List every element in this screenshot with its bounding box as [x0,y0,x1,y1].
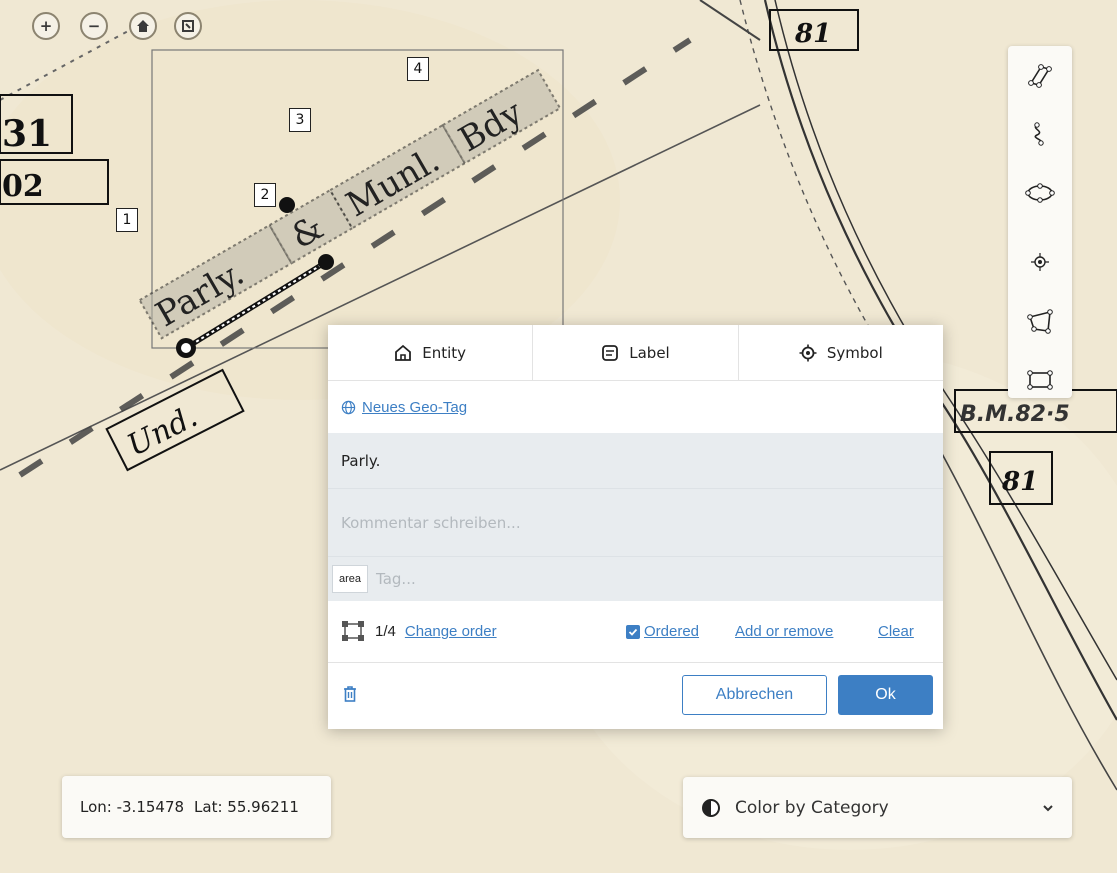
polygon-tool-button[interactable] [1008,302,1072,342]
polygon-tool-icon [1027,309,1053,334]
freehand-tool-icon [1034,122,1044,146]
ok-button[interactable]: Ok [838,675,933,715]
lon-value: Lon: -3.15478 [80,798,185,816]
add-or-remove-link[interactable]: Add or remove [735,623,833,640]
home-icon [395,344,412,361]
vertex-handle[interactable] [318,254,334,270]
transcription-field[interactable]: Parly. [328,433,943,489]
tab-label[interactable]: Label [533,325,739,380]
point-tool-icon [1031,253,1049,271]
map-label-81-top: 81 [794,19,831,49]
annotation-popup: Entity Label Symbol Neues Geo-Tag Parly.… [328,325,943,729]
trash-icon[interactable] [342,685,358,703]
tab-symbol-label: Symbol [826,343,883,362]
contrast-icon [702,798,720,817]
ellipse-tool-button[interactable] [1008,173,1072,213]
tag-input[interactable]: Tag... [376,570,416,588]
tab-entity-label: Entity [422,343,467,362]
point-number-2: 2 [254,183,276,207]
globe-icon [341,400,356,414]
home-button[interactable] [129,12,157,40]
rectangle-tool-button[interactable] [1008,362,1072,398]
comment-input[interactable]: Kommentar schreiben... [328,489,943,557]
clear-link[interactable]: Clear [878,623,914,640]
color-by-select[interactable]: Color by Category [683,777,1072,838]
lat-value: Lat: 55.96211 [194,798,299,816]
popup-footer: Abbrechen Ok [328,663,943,723]
map-label-81-right: 81 [1001,467,1038,497]
zoom-out-button[interactable]: − [80,12,108,40]
fullscreen-button[interactable] [174,12,202,40]
tag-chip[interactable]: area [332,565,369,593]
coordinate-readout: Lon: -3.15478 Lat: 55.96211 [62,776,331,838]
label-icon [602,344,619,361]
order-count: 1/4 [375,623,396,640]
point-number-4: 4 [407,57,429,81]
tab-label-label: Label [629,343,670,362]
map-label-31: 31 [2,113,52,155]
drawing-toolbar [1008,46,1072,398]
ordered-checkbox[interactable] [626,624,640,639]
tag-row: area Tag... [328,557,943,601]
ellipse-tool-icon [1025,183,1055,203]
map-label-02: 02 [2,169,44,204]
tab-entity[interactable]: Entity [328,325,534,380]
ordered-label[interactable]: Ordered [644,623,699,640]
ordered-toggle[interactable]: Ordered [626,623,699,640]
reorder-icon [342,620,364,641]
line-tool-button[interactable] [1008,56,1072,96]
zoom-in-button[interactable]: + [32,12,60,40]
new-geo-tag-link[interactable]: Neues Geo-Tag [362,399,467,416]
cancel-button[interactable]: Abbrechen [682,675,827,715]
rectangle-tool-icon [1027,370,1053,390]
popup-tabs: Entity Label Symbol [328,325,943,381]
chevron-down-icon [1043,804,1053,811]
home-icon [137,20,149,32]
tab-symbol[interactable]: Symbol [739,325,943,380]
geo-tag-row: Neues Geo-Tag [328,381,943,433]
check-icon [628,628,638,636]
map-label-bm: B.M.82·5 [960,402,1070,427]
order-row: 1/4 Change order Ordered Add or remove C… [328,601,943,663]
change-order-link[interactable]: Change order [405,623,497,640]
point-number-1: 1 [116,208,138,232]
fullscreen-icon [182,20,194,32]
line-tool-icon [1028,64,1052,88]
point-number-3: 3 [289,108,311,132]
zoom-in-icon: + [39,17,53,35]
zoom-out-icon: − [87,17,101,35]
vertex-handle[interactable] [279,197,295,213]
target-icon [799,344,817,361]
color-by-label: Color by Category [735,797,889,818]
point-tool-button[interactable] [1008,242,1072,282]
freehand-tool-button[interactable] [1008,114,1072,154]
